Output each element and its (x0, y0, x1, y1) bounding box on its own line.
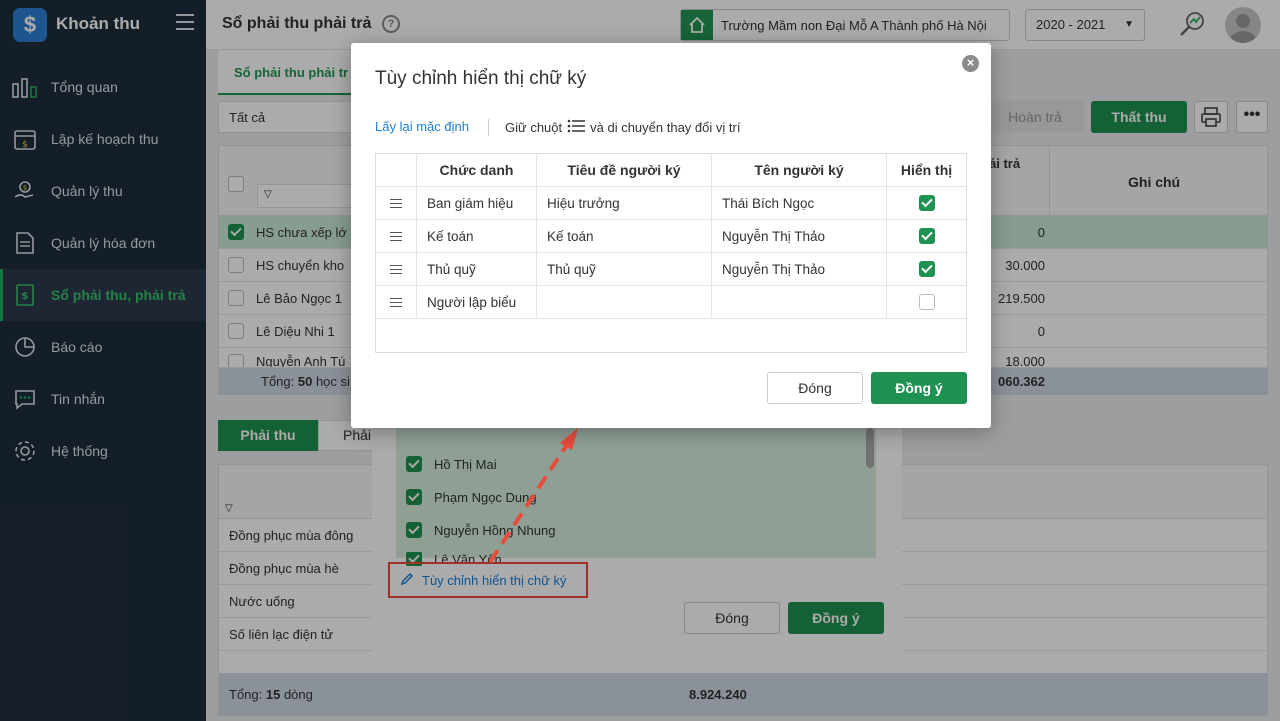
drag-handle-icon[interactable] (376, 220, 417, 252)
cell-title[interactable] (537, 286, 712, 318)
cell-name[interactable]: Nguyễn Thị Thảo (712, 253, 887, 285)
drag-hint: Giữ chuột và di chuyển thay đổi vị trí (488, 119, 741, 136)
dialog-title: Tùy chỉnh hiển thị chữ ký (375, 68, 587, 89)
drag-handle-icon[interactable] (376, 253, 417, 285)
table-row[interactable]: Thủ quỹ Thủ quỹ Nguyễn Thị Thảo (376, 253, 966, 286)
ok-button[interactable]: Đồng ý (871, 372, 967, 404)
cell-title[interactable]: Thủ quỹ (537, 253, 712, 285)
show-checkbox[interactable] (918, 228, 935, 244)
table-header: Chức danh Tiêu đề người ký Tên người ký … (376, 154, 966, 187)
reset-default-link[interactable]: Lấy lại mặc định (375, 119, 469, 134)
cell-role: Kế toán (417, 220, 537, 252)
hint-text-before: Giữ chuột (505, 120, 563, 135)
table-row[interactable]: Ban giám hiệu Hiệu trưởng Thái Bích Ngọc (376, 187, 966, 220)
header-show: Hiển thị (900, 162, 953, 178)
table-row[interactable]: Người lập biểu (376, 286, 966, 319)
drag-handle-icon[interactable] (376, 187, 417, 219)
close-button[interactable]: Đóng (767, 372, 863, 404)
close-icon[interactable]: × (962, 55, 979, 72)
hint-text-after: và di chuyển thay đổi vị trí (590, 120, 741, 135)
cell-role: Ban giám hiệu (417, 187, 537, 219)
cell-role: Thủ quỹ (417, 253, 537, 285)
cell-role: Người lập biểu (417, 286, 537, 318)
customize-signature-dialog: Tùy chỉnh hiển thị chữ ký × Lấy lại mặc … (351, 43, 991, 428)
table-row[interactable]: Kế toán Kế toán Nguyễn Thị Thảo (376, 220, 966, 253)
cell-title[interactable]: Hiệu trưởng (537, 187, 712, 219)
show-checkbox[interactable] (918, 261, 935, 277)
header-name: Tên người ký (712, 154, 887, 186)
cell-title[interactable]: Kế toán (537, 220, 712, 252)
cell-name[interactable]: Thái Bích Ngọc (712, 187, 887, 219)
cell-name[interactable]: Nguyễn Thị Thảo (712, 220, 887, 252)
show-checkbox[interactable] (918, 195, 935, 211)
header-role: Chức danh (417, 154, 537, 186)
signature-table: Chức danh Tiêu đề người ký Tên người ký … (375, 153, 967, 353)
drag-handle-icon (567, 119, 586, 136)
header-title: Tiêu đề người ký (537, 154, 712, 186)
drag-handle-icon[interactable] (376, 286, 417, 318)
show-checkbox[interactable] (918, 294, 935, 310)
cell-name[interactable] (712, 286, 887, 318)
